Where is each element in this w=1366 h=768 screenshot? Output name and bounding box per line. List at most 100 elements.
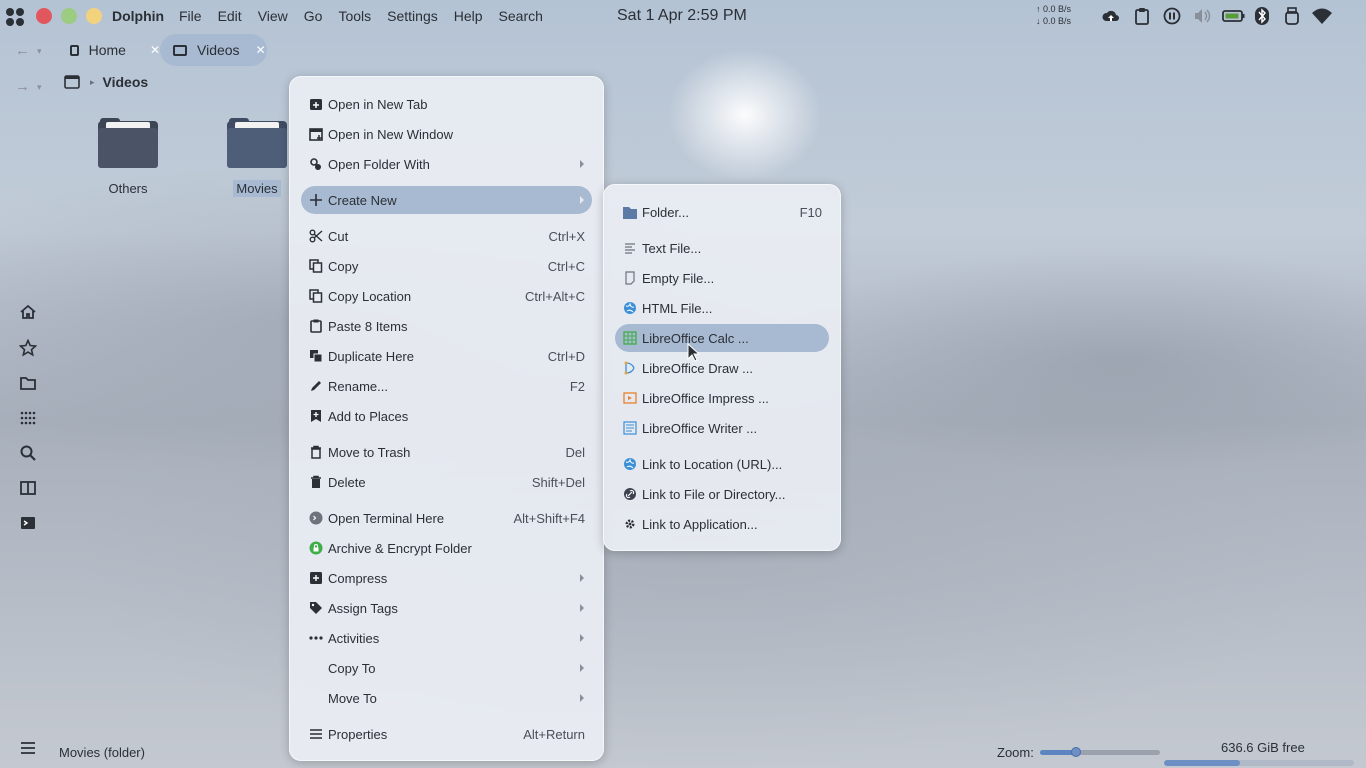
menu-item-rename[interactable]: Rename... F2 [301, 372, 592, 400]
back-history-chevron-icon[interactable]: ▾ [37, 46, 42, 57]
menu-edit[interactable]: Edit [218, 8, 242, 24]
clipboard-icon[interactable] [1133, 7, 1151, 25]
menu-item-add-to-places[interactable]: Add to Places [301, 402, 592, 430]
film-icon [64, 75, 80, 89]
menu-item-open-terminal[interactable]: Open Terminal Here Alt+Shift+F4 [301, 504, 592, 532]
submenu-item-empty-file[interactable]: Empty File... [615, 264, 829, 292]
volume-icon[interactable] [1193, 7, 1213, 25]
bluetooth-icon[interactable] [1254, 7, 1270, 25]
menu-item-label: Copy Location [328, 288, 412, 304]
submenu-item-folder[interactable]: Folder... F10 [615, 198, 829, 226]
home-icon[interactable] [19, 303, 37, 321]
close-tab-icon[interactable]: ✕ [256, 43, 266, 57]
pause-icon[interactable] [1163, 7, 1181, 25]
zoom-slider-handle[interactable] [1071, 747, 1081, 757]
tab-home[interactable]: Home ✕ [60, 34, 160, 66]
close-tab-icon[interactable]: ✕ [150, 43, 160, 57]
menu-item-cut[interactable]: Cut Ctrl+X [301, 222, 592, 250]
submenu-item-link-url[interactable]: Link to Location (URL)... [615, 450, 829, 478]
menu-item-delete[interactable]: Delete Shift+Del [301, 468, 592, 496]
menu-help[interactable]: Help [454, 8, 483, 24]
menu-item-shortcut: Ctrl+X [548, 228, 585, 244]
menu-item-open-folder-with[interactable]: Open Folder With [301, 150, 592, 178]
menu-tools[interactable]: Tools [338, 8, 371, 24]
menu-item-move-to-trash[interactable]: Move to Trash Del [301, 438, 592, 466]
menu-item-create-new[interactable]: Create New [301, 186, 592, 214]
menu-settings[interactable]: Settings [387, 8, 438, 24]
tab-videos[interactable]: Videos ✕ [160, 34, 267, 66]
zoom-slider[interactable] [1040, 747, 1160, 757]
forward-history-chevron-icon[interactable]: ▾ [37, 82, 42, 93]
submenu-item-html-file[interactable]: HTML File... [615, 294, 829, 322]
submenu-item-libreoffice-draw[interactable]: LibreOffice Draw ... [615, 354, 829, 382]
menu-item-shortcut: Del [565, 444, 585, 460]
star-icon[interactable] [19, 339, 37, 357]
submenu-item-libreoffice-writer[interactable]: LibreOffice Writer ... [615, 414, 829, 442]
search-icon[interactable] [19, 444, 37, 462]
hamburger-menu-icon[interactable] [19, 740, 37, 756]
menu-item-assign-tags[interactable]: Assign Tags [301, 594, 592, 622]
submenu-item-libreoffice-calc[interactable]: LibreOffice Calc ... [615, 324, 829, 352]
menu-item-label: Cut [328, 228, 349, 244]
clock[interactable]: Sat 1 Apr 2:59 PM [617, 7, 747, 25]
minimize-window-button[interactable] [61, 8, 77, 24]
menu-item-open-new-tab[interactable]: Open in New Tab [301, 90, 592, 118]
menu-item-open-new-window[interactable]: Open in New Window [301, 120, 592, 148]
menu-view[interactable]: View [258, 8, 288, 24]
draw-icon [623, 361, 637, 375]
menu-item-label: Create New [328, 192, 397, 208]
menu-item-label: Archive & Encrypt Folder [328, 540, 472, 556]
menu-item-activities[interactable]: Activities [301, 624, 592, 652]
close-window-button[interactable] [36, 8, 52, 24]
open-with-icon [309, 157, 323, 171]
menu-item-properties[interactable]: Properties Alt+Return [301, 720, 592, 748]
submenu-arrow-icon [580, 604, 584, 612]
apps-icon[interactable] [19, 409, 37, 427]
mouse-cursor-icon [687, 343, 701, 362]
terminal-icon[interactable] [19, 514, 37, 532]
status-text: Movies (folder) [59, 745, 145, 760]
menu-item-archive-encrypt[interactable]: Archive & Encrypt Folder [301, 534, 592, 562]
menu-item-label: Open Terminal Here [328, 510, 445, 526]
menu-file[interactable]: File [179, 8, 202, 24]
usb-icon[interactable] [1283, 7, 1301, 25]
file-item-others[interactable]: Others [88, 118, 168, 197]
menu-item-shortcut: Shift+Del [531, 474, 585, 490]
zoom-label: Zoom: [997, 745, 1034, 760]
cloud-upload-icon[interactable] [1102, 7, 1120, 25]
app-launcher-icon[interactable] [6, 8, 24, 26]
breadcrumb-current[interactable]: Videos [103, 74, 149, 90]
dots-icon [309, 631, 323, 645]
menu-item-label: Duplicate Here [328, 348, 414, 364]
menu-search[interactable]: Search [499, 8, 543, 24]
menu-go[interactable]: Go [304, 8, 323, 24]
forward-button[interactable]: → [15, 78, 30, 95]
submenu-arrow-icon [580, 574, 584, 582]
menu-item-copy[interactable]: Copy Ctrl+C [301, 252, 592, 280]
folder-icon [98, 118, 158, 168]
menu-item-label: Paste 8 Items [328, 318, 408, 334]
submenu-item-link-application[interactable]: Link to Application... [615, 510, 829, 538]
copy-location-icon [309, 289, 323, 303]
folder-icon[interactable] [19, 374, 37, 392]
wifi-icon[interactable] [1311, 7, 1333, 25]
menu-item-paste[interactable]: Paste 8 Items [301, 312, 592, 340]
menu-item-copy-location[interactable]: Copy Location Ctrl+Alt+C [301, 282, 592, 310]
submenu-item-link-file[interactable]: Link to File or Directory... [615, 480, 829, 508]
file-item-movies[interactable]: Movies [217, 118, 297, 197]
menu-item-duplicate-here[interactable]: Duplicate Here Ctrl+D [301, 342, 592, 370]
delete-icon [309, 475, 323, 489]
menu-item-copy-to[interactable]: Copy To [301, 654, 592, 682]
back-button[interactable]: ← [15, 42, 30, 59]
archive-icon [309, 571, 323, 585]
submenu-item-libreoffice-impress[interactable]: LibreOffice Impress ... [615, 384, 829, 412]
menu-item-move-to[interactable]: Move To [301, 684, 592, 712]
battery-icon[interactable] [1222, 7, 1246, 25]
submenu-item-text-file[interactable]: Text File... [615, 234, 829, 262]
split-view-icon[interactable] [19, 479, 37, 497]
text-file-icon [623, 241, 637, 255]
maximize-window-button[interactable] [86, 8, 102, 24]
submenu-arrow-icon [580, 196, 584, 204]
menu-item-compress[interactable]: Compress [301, 564, 592, 592]
folder-icon [70, 44, 79, 56]
